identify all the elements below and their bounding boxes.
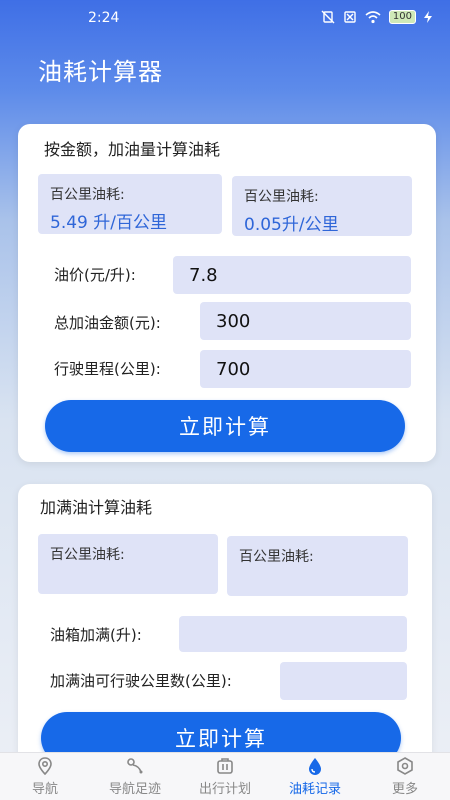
amount-input[interactable]: 300: [200, 302, 411, 340]
tab-travel-plan[interactable]: 出行计划: [180, 753, 270, 800]
price-label: 油价(元/升):: [54, 266, 136, 284]
distance-label: 行驶里程(公里):: [54, 360, 161, 378]
sim-off-icon: [344, 11, 356, 23]
tab-footprints[interactable]: 导航足迹: [90, 753, 180, 800]
result-label: 百公里油耗:: [50, 547, 125, 563]
status-icons: 100: [321, 10, 432, 24]
status-time: 2:24: [88, 10, 120, 26]
full-tank-calc-card: 加满油计算油耗 百公里油耗: 百公里油耗: 油箱加满(升): 加满油可行驶公里数…: [18, 484, 432, 784]
page-title: 油耗计算器: [38, 58, 163, 86]
luggage-icon: [217, 758, 233, 774]
result-value: 5.49 升/百公里: [50, 213, 167, 233]
calculate-button[interactable]: 立即计算: [45, 400, 405, 452]
bottom-tab-bar: 导航 导航足迹 出行计划 油耗记录 更多: [0, 752, 450, 800]
amount-label: 总加油金额(元):: [54, 314, 161, 332]
card-title: 加满油计算油耗: [40, 498, 153, 517]
result-value: 0.05升/公里: [244, 215, 339, 235]
amount-calc-card: 按金额，加油量计算油耗 百公里油耗: 5.49 升/百公里 百公里油耗: 0.0…: [18, 124, 436, 462]
range-input[interactable]: [280, 662, 407, 700]
hexagon-icon: [397, 757, 413, 775]
card-title: 按金额，加油量计算油耗: [44, 140, 221, 159]
result-label: 百公里油耗:: [50, 187, 125, 203]
tab-more[interactable]: 更多: [360, 753, 450, 800]
fuel-drop-icon: [309, 758, 321, 775]
mute-vibrate-icon: [321, 10, 335, 24]
location-pin-icon: [38, 757, 52, 776]
tab-label: 油耗记录: [288, 782, 341, 797]
tank-input[interactable]: [179, 616, 407, 652]
tab-label: 出行计划: [198, 782, 251, 797]
range-label: 加满油可行驶公里数(公里):: [50, 672, 232, 690]
result-per-km-box: 百公里油耗: 0.05升/公里: [232, 176, 412, 236]
tab-fuel-records[interactable]: 油耗记录: [270, 753, 360, 800]
tab-navigation[interactable]: 导航: [0, 753, 90, 800]
result-label: 百公里油耗:: [244, 189, 319, 205]
price-input[interactable]: 7.8: [173, 256, 411, 294]
result-per-100km-box: 百公里油耗:: [38, 534, 218, 594]
footprint-icon: [127, 758, 143, 774]
tab-label: 导航足迹: [108, 782, 161, 797]
wifi-icon: [365, 11, 381, 24]
tab-label: 导航: [31, 782, 58, 797]
distance-input[interactable]: 700: [200, 350, 411, 388]
status-bar: 2:24 100: [0, 0, 450, 36]
result-per-100km-box: 百公里油耗: 5.49 升/百公里: [38, 174, 222, 234]
tank-label: 油箱加满(升):: [50, 626, 142, 644]
tab-label: 更多: [391, 782, 418, 797]
result-label: 百公里油耗:: [239, 549, 314, 565]
charging-icon: [424, 11, 432, 23]
battery-icon: 100: [388, 10, 416, 24]
result-per-km-box: 百公里油耗:: [227, 536, 408, 596]
